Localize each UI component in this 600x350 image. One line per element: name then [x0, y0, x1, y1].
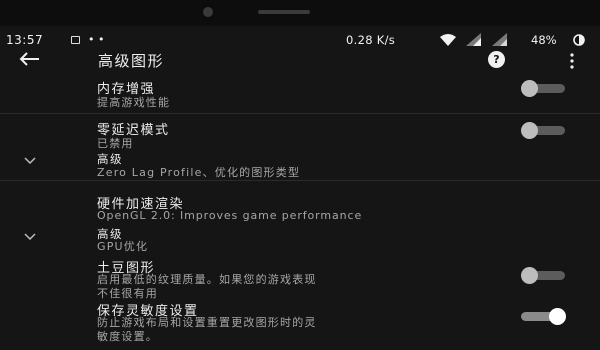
- signal-icon-2: [492, 33, 507, 46]
- setting-advanced-zero-lag[interactable]: 高级 Zero Lag Profile、优化的图形类型: [0, 151, 600, 179]
- camera-icon: [203, 7, 213, 17]
- toggle-knob: [521, 122, 538, 139]
- setting-potato-graphics[interactable]: 土豆图形 启用最低的纹理质量。如果您的游戏表现 不佳很有用: [0, 257, 600, 301]
- potato-graphics-toggle[interactable]: [521, 267, 567, 284]
- toggle-knob: [549, 308, 566, 325]
- wifi-icon: [440, 34, 456, 46]
- status-time: 13:57: [6, 33, 44, 47]
- status-bar: 13:57 • • 0.28 K/s 48%: [0, 30, 600, 50]
- setting-hw-rendering[interactable]: 硬件加速渲染 OpenGL 2.0: Improves game perform…: [0, 193, 600, 223]
- save-sensitivity-toggle[interactable]: [521, 308, 567, 325]
- chevron-down-icon: [24, 233, 36, 240]
- battery-percent: 48%: [531, 33, 557, 47]
- divider: [0, 113, 600, 114]
- setting-subtitle-line2: 不佳很有用: [97, 287, 158, 300]
- chevron-down-icon: [24, 157, 36, 164]
- setting-memory-boost[interactable]: 内存增强 提高游戏性能: [0, 78, 600, 118]
- setting-subtitle: 提高游戏性能: [97, 96, 171, 109]
- earpiece: [258, 10, 310, 14]
- arrow-left-icon[interactable]: [18, 51, 40, 67]
- notification-icon: [71, 36, 80, 44]
- memory-boost-toggle[interactable]: [521, 80, 567, 97]
- network-speed: 0.28 K/s: [346, 33, 396, 47]
- camera-notch: [0, 0, 600, 26]
- setting-save-sensitivity[interactable]: 保存灵敏度设置 防止游戏布局和设置重置更改图形时的灵 敏度设置。: [0, 300, 600, 346]
- more-notifications: • •: [88, 33, 105, 46]
- help-circle-icon[interactable]: ?: [488, 51, 505, 68]
- zero-latency-toggle[interactable]: [521, 122, 567, 139]
- setting-subtitle: Zero Lag Profile、优化的图形类型: [97, 166, 301, 179]
- more-vert-icon[interactable]: [569, 53, 575, 69]
- setting-subtitle: GPU优化: [97, 240, 149, 253]
- toggle-knob: [521, 267, 538, 284]
- setting-zero-latency[interactable]: 零延迟模式 已禁用: [0, 119, 600, 155]
- divider: [0, 180, 600, 181]
- setting-advanced-gpu[interactable]: 高级 GPU优化: [0, 226, 600, 254]
- setting-subtitle: 已禁用: [97, 137, 134, 150]
- toggle-knob: [521, 80, 538, 97]
- setting-subtitle-line2: 敏度设置。: [97, 330, 158, 343]
- page-title: 高级图形: [98, 52, 165, 70]
- app-bar: 高级图形 ?: [0, 50, 600, 70]
- signal-icon: [466, 33, 481, 46]
- battery-icon: [573, 34, 585, 46]
- setting-subtitle: OpenGL 2.0: Improves game performance: [97, 209, 363, 222]
